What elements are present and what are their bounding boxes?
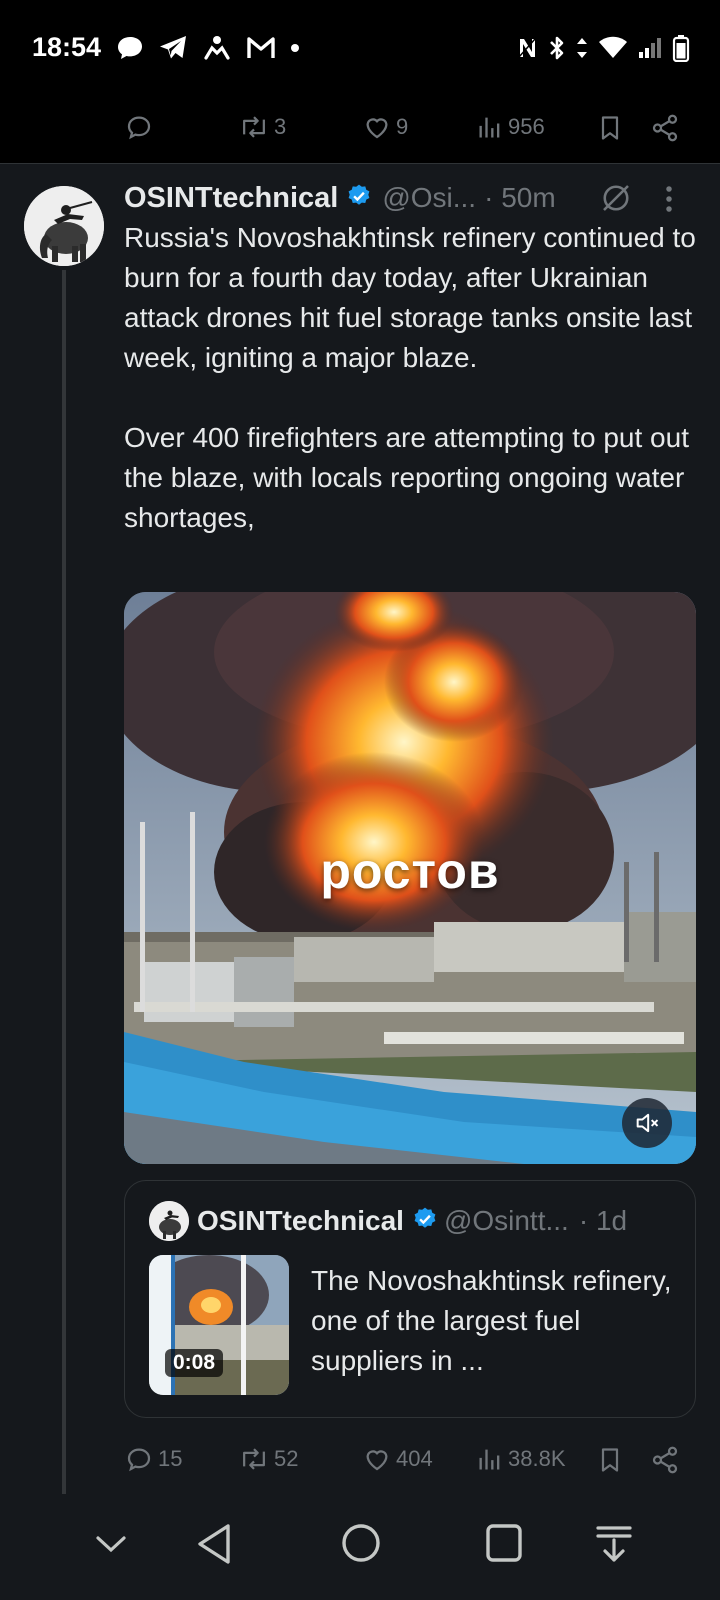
video-overlay-text: ростов [320, 843, 500, 899]
retweet-button[interactable]: 3 [238, 112, 286, 142]
bluetooth-icon [548, 35, 566, 61]
activity-icon [202, 34, 232, 62]
views-button[interactable]: 956 [476, 112, 545, 142]
more-options-icon[interactable] [662, 184, 676, 219]
retweet-count: 52 [274, 1446, 299, 1471]
retweet-icon [238, 112, 270, 142]
quoted-author-name: OSINTtechnical [197, 1205, 404, 1236]
gmail-icon [246, 35, 276, 61]
like-button[interactable]: 9 [362, 112, 408, 142]
volume-muted-icon [633, 1109, 661, 1137]
share-icon [650, 1444, 680, 1476]
tweet-text: Russia's Novoshakhtinsk refinery continu… [124, 218, 696, 578]
status-time: 18:54 [32, 32, 102, 62]
signal-icon [638, 37, 662, 59]
pull-down-icon [594, 1526, 634, 1570]
tweet-text-paragraph: Russia's Novoshakhtinsk refinery continu… [124, 222, 696, 373]
bookmark-icon [596, 1444, 624, 1476]
battery-icon [672, 34, 690, 62]
video-duration: 0:08 [165, 1349, 224, 1377]
nfc-icon [516, 36, 538, 60]
grok-icon[interactable] [598, 180, 634, 221]
chat-bubble-icon [116, 35, 144, 61]
heart-icon [362, 1444, 392, 1474]
nav-home-button[interactable] [340, 1522, 382, 1569]
reply-button[interactable] [124, 112, 158, 142]
like-count: 404 [396, 1446, 433, 1471]
data-arrows-icon [576, 36, 588, 60]
chevron-down-icon [92, 1536, 130, 1560]
previous-tweet-action-bar: 3 9 956 [0, 96, 720, 164]
reply-button[interactable]: 15 [124, 1444, 182, 1474]
author-name[interactable]: OSINTtechnical [124, 182, 338, 215]
share-button[interactable] [650, 112, 680, 144]
quoted-tweet-time: · 1d [578, 1205, 628, 1236]
notification-icons [116, 32, 300, 64]
wifi-icon [598, 36, 628, 60]
share-button[interactable] [650, 1444, 680, 1476]
nav-recents-button[interactable] [484, 1522, 524, 1569]
bookmark-button[interactable] [596, 1444, 624, 1476]
verified-badge-icon [346, 183, 372, 214]
system-navigation-bar [0, 1494, 720, 1600]
recents-square-icon [484, 1524, 524, 1568]
like-count: 9 [396, 114, 409, 139]
retweet-count: 3 [274, 114, 287, 139]
quoted-video-thumbnail[interactable]: 0:08 [149, 1255, 289, 1395]
reply-icon [124, 112, 154, 142]
like-button[interactable]: 404 [362, 1444, 433, 1474]
nav-back-button[interactable] [194, 1522, 234, 1571]
heart-icon [362, 112, 392, 142]
view-count: 956 [508, 114, 545, 139]
back-triangle-icon [194, 1524, 234, 1570]
nav-collapse-button[interactable] [92, 1532, 130, 1561]
tweet-header: OSINTtechnical @Osi... · 50m [124, 178, 704, 218]
mute-button[interactable] [622, 1098, 672, 1148]
quoted-author-avatar [149, 1201, 189, 1241]
quoted-tweet[interactable]: OSINTtechnical @Osintt... · 1d 0:08 The … [124, 1180, 696, 1418]
reply-icon [124, 1444, 154, 1474]
quoted-tweet-text: The Novoshakhtinsk refinery, one of the … [311, 1265, 672, 1376]
views-icon [476, 112, 504, 142]
views-button[interactable]: 38.8K [476, 1444, 566, 1474]
home-circle-icon [340, 1524, 382, 1568]
author-avatar[interactable] [24, 186, 104, 266]
bookmark-button[interactable] [596, 112, 624, 144]
quoted-author-handle: @Osintt... [443, 1205, 569, 1236]
quoted-tweet-header: OSINTtechnical @Osintt... · 1d [149, 1201, 673, 1241]
tweet-time[interactable]: · 50m [484, 182, 556, 214]
author-handle[interactable]: @Osi... [382, 182, 476, 214]
share-icon [650, 112, 680, 144]
retweet-button[interactable]: 52 [238, 1444, 298, 1474]
status-bar: 18:54 [0, 0, 720, 96]
thread-line [62, 270, 66, 1500]
tweet-card[interactable]: OSINTtechnical @Osi... · 50m Russia's No… [0, 164, 720, 1500]
tweet-action-bar: 15 52 404 38.8K [0, 1432, 720, 1492]
retweet-icon [238, 1444, 270, 1474]
tweet-text-paragraph: Over 400 firefighters are attempting to … [124, 422, 689, 533]
dot-icon [290, 43, 300, 53]
tweet-video[interactable]: ростов [124, 592, 696, 1164]
reply-count: 15 [158, 1446, 183, 1471]
view-count: 38.8K [508, 1446, 566, 1471]
telegram-icon [158, 34, 188, 62]
views-icon [476, 1444, 504, 1474]
verified-badge-icon [412, 1206, 438, 1237]
bookmark-icon [596, 112, 624, 144]
nav-notification-pulldown-button[interactable] [594, 1522, 634, 1571]
system-icons [516, 32, 690, 64]
